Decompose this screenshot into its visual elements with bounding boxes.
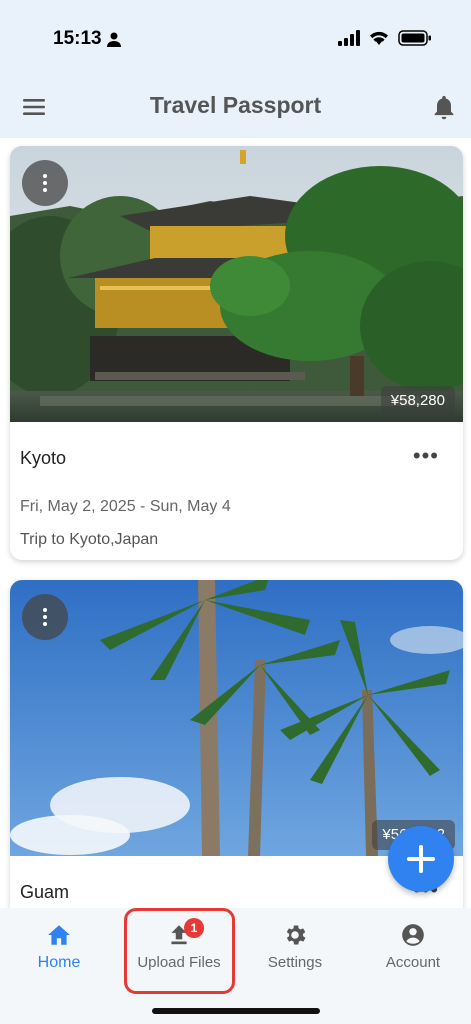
trip-title: Kyoto [20,448,67,468]
nav-label-home: Home [37,954,81,971]
nav-item-settings[interactable]: Settings [236,908,354,998]
person-icon [107,32,121,47]
add-trip-button[interactable] [388,826,454,892]
gear-icon [286,925,306,945]
more-horizontal-icon[interactable]: ••• [413,445,439,467]
app-bar: Travel Passport [0,76,471,138]
account-circle-icon [402,924,424,946]
nav-label-settings: Settings [267,954,323,971]
battery-icon [398,30,431,46]
bottom-navigation: Home Upload Files Settings Account [0,908,471,1024]
upload-files-highlight [124,908,235,994]
cellular-signal-icon [338,30,360,46]
trip-title: Guam [20,882,70,902]
home-icon [48,925,70,945]
trip-description: Trip to Kyoto,Japan [20,531,159,548]
trip-price: ¥58,280 [380,386,455,416]
photo-options-button[interactable] [22,160,68,206]
status-time: 15:13 [53,28,102,49]
trip-photo-guam [10,580,463,856]
trip-dates: Fri, May 2, 2025 - Sun, May 4 [20,498,231,515]
home-indicator [152,1008,320,1014]
photo-options-button[interactable] [22,594,68,640]
wifi-icon [370,31,388,45]
nav-label-account: Account [385,954,441,971]
notification-badge: 1 [184,918,204,938]
trip-photo-kyoto [10,146,463,422]
status-bar: 15:13 [0,0,471,76]
page-title: Travel Passport [149,92,322,118]
bell-icon[interactable] [430,93,458,121]
trip-card-kyoto[interactable]: ¥58,280 Kyoto ••• Fri, May 2, 2025 - Sun… [10,146,463,560]
nav-item-home[interactable]: Home [0,908,118,998]
nav-item-account[interactable]: Account [354,908,471,998]
